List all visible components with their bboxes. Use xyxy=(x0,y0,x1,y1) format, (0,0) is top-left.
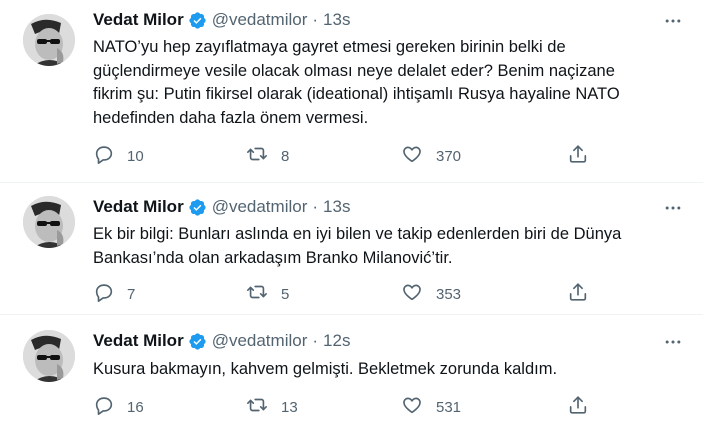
avatar-image xyxy=(23,196,75,248)
verified-badge-icon xyxy=(188,332,207,351)
timestamp[interactable]: 12s xyxy=(323,331,350,351)
avatar[interactable] xyxy=(23,14,75,66)
like-button[interactable]: 370 xyxy=(400,145,461,167)
avatar[interactable] xyxy=(23,196,75,248)
author-handle[interactable]: @vedatmilor xyxy=(212,197,308,217)
tweet-text-line: fikrim şu: Putin fikirsel olarak (ideati… xyxy=(93,85,620,103)
retweet-icon xyxy=(245,281,269,307)
tweet-text-line: Bankası’nda olan arkadaşım Branko Milano… xyxy=(93,248,453,267)
heart-icon xyxy=(400,394,424,420)
retweet-count: 13 xyxy=(281,398,298,416)
separator-dot: · xyxy=(312,197,319,216)
heart-icon xyxy=(400,143,424,169)
separator-dot: · xyxy=(312,331,319,350)
author-name[interactable]: Vedat Milor xyxy=(93,331,184,351)
tweet[interactable]: Vedat Milor @vedatmilor · 12s Kusura bak… xyxy=(0,314,703,433)
tweet-text-line: Kusura bakmayın, kahvem gelmişti. Beklet… xyxy=(93,360,558,378)
share-icon xyxy=(567,281,589,307)
more-options-icon[interactable] xyxy=(661,330,685,354)
like-button[interactable]: 531 xyxy=(400,396,461,418)
tweet-text-line: NATO’yu hep zayıflatmaya gayret etmesi g… xyxy=(93,38,566,56)
retweet-icon xyxy=(245,394,269,420)
tweet-text-line: Ek bir bilgi: Bunları aslında en iyi bil… xyxy=(93,225,622,243)
reply-button[interactable]: 10 xyxy=(93,145,144,167)
like-button[interactable]: 353 xyxy=(400,283,461,305)
heart-icon xyxy=(400,281,424,307)
share-button[interactable] xyxy=(567,396,589,418)
author-name[interactable]: Vedat Milor xyxy=(93,197,184,217)
tweet[interactable]: Vedat Milor @vedatmilor · 13s NATO’yu he… xyxy=(0,0,703,183)
timestamp[interactable]: 13s xyxy=(323,197,350,217)
reply-icon xyxy=(93,394,115,420)
like-count: 353 xyxy=(436,285,462,303)
tweet-text-line: güçlendirmeye vesile olacak olması neye … xyxy=(93,61,615,80)
tweet-header: Vedat Milor @vedatmilor · 13s xyxy=(93,9,350,31)
tweet[interactable]: Vedat Milor @vedatmilor · 13s Ek bir bil… xyxy=(0,182,703,315)
avatar-image xyxy=(23,14,75,66)
like-count: 370 xyxy=(436,147,462,165)
tweet-text: Kusura bakmayın, kahvem gelmişti. Beklet… xyxy=(93,358,683,382)
reply-icon xyxy=(93,143,115,169)
retweet-icon xyxy=(245,143,269,169)
tweet-actions: 10 8 370 xyxy=(93,145,613,167)
tweet-header: Vedat Milor @vedatmilor · 13s xyxy=(93,196,350,218)
reply-button[interactable]: 7 xyxy=(93,283,135,305)
retweet-button[interactable]: 8 xyxy=(245,145,289,167)
verified-badge-icon xyxy=(188,198,207,217)
timestamp[interactable]: 13s xyxy=(323,10,350,30)
reply-count: 16 xyxy=(127,398,144,416)
reply-count: 7 xyxy=(127,285,136,303)
retweet-button[interactable]: 13 xyxy=(245,396,298,418)
author-handle[interactable]: @vedatmilor xyxy=(212,10,308,30)
verified-badge-icon xyxy=(188,11,207,30)
author-handle[interactable]: @vedatmilor xyxy=(212,331,308,351)
reply-icon xyxy=(93,281,115,307)
retweet-count: 5 xyxy=(281,285,290,303)
author-name[interactable]: Vedat Milor xyxy=(93,10,184,30)
share-icon xyxy=(567,394,589,420)
retweet-count: 8 xyxy=(281,147,290,165)
tweet-header: Vedat Milor @vedatmilor · 12s xyxy=(93,330,350,352)
separator-dot: · xyxy=(312,10,319,29)
tweet-actions: 7 5 353 xyxy=(93,283,613,305)
retweet-button[interactable]: 5 xyxy=(245,283,289,305)
avatar[interactable] xyxy=(23,330,75,382)
like-count: 531 xyxy=(436,398,462,416)
tweet-actions: 16 13 531 xyxy=(93,396,613,418)
tweet-text-line: hedefinden daha fazla önem vermesi. xyxy=(93,108,369,127)
reply-button[interactable]: 16 xyxy=(93,396,144,418)
share-icon xyxy=(567,143,589,169)
share-button[interactable] xyxy=(567,283,589,305)
tweet-text: Ek bir bilgi: Bunları aslında en iyi bil… xyxy=(93,223,683,270)
avatar-image xyxy=(23,330,75,382)
reply-count: 10 xyxy=(127,147,144,165)
share-button[interactable] xyxy=(567,145,589,167)
tweet-text: NATO’yu hep zayıflatmaya gayret etmesi g… xyxy=(93,36,683,130)
more-options-icon[interactable] xyxy=(661,196,685,220)
more-options-icon[interactable] xyxy=(661,9,685,33)
